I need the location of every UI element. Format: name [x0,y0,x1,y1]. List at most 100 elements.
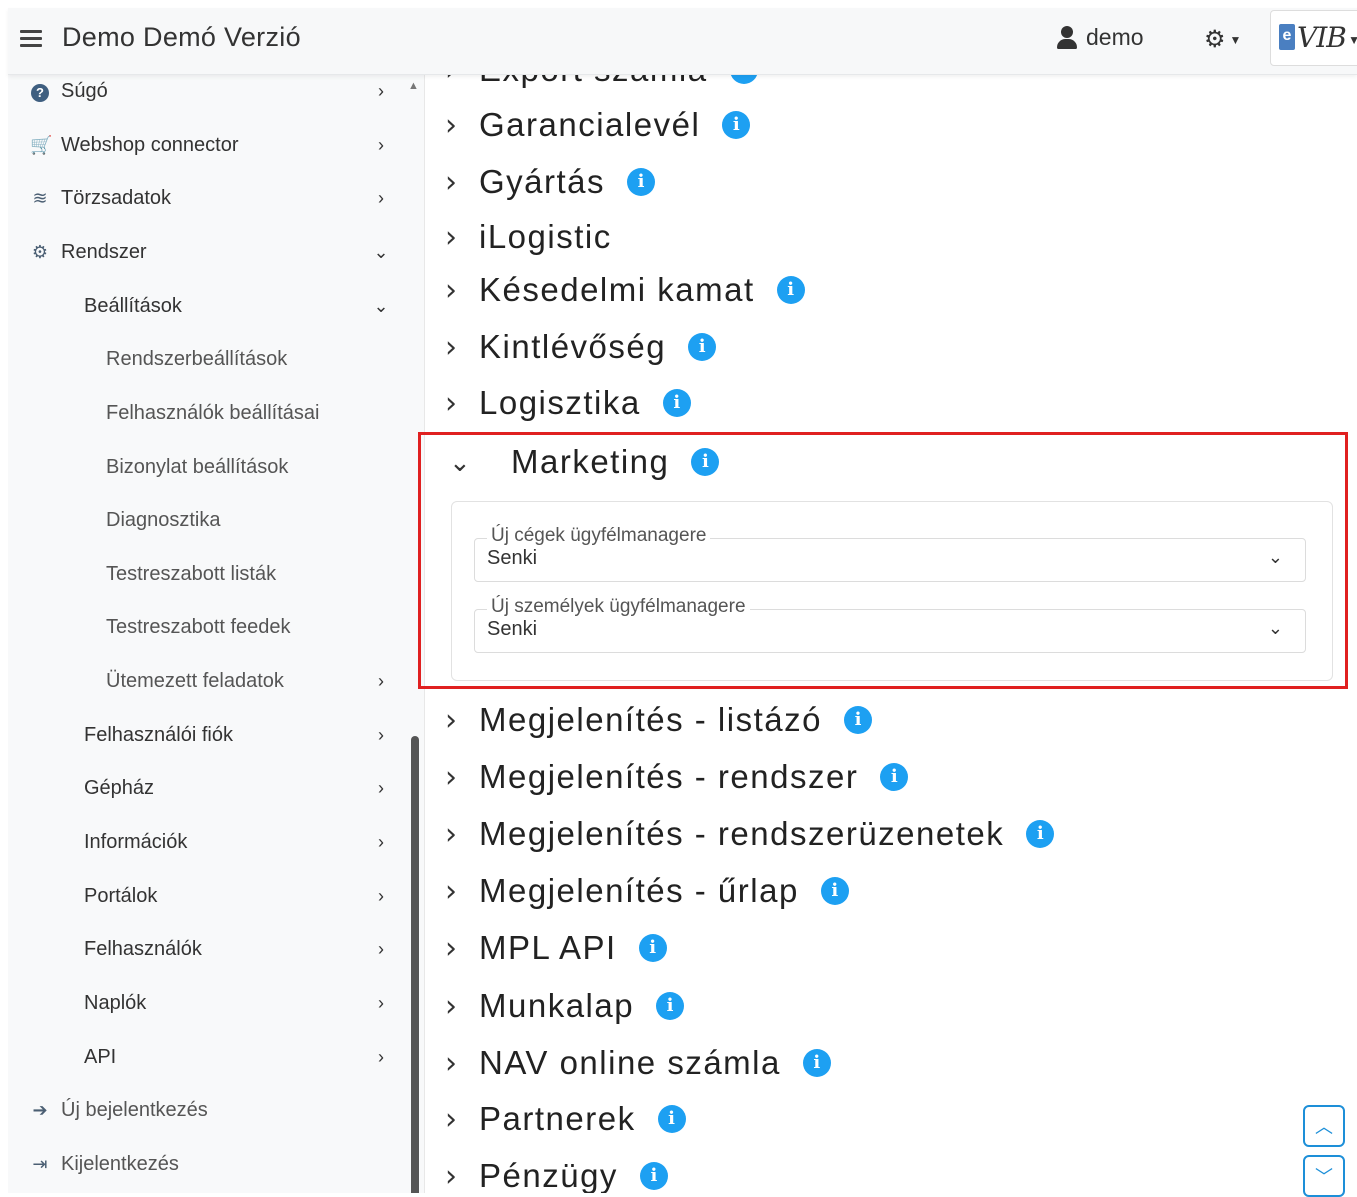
sidebar-item-sugo[interactable]: ? Súgó › [8,74,398,111]
scroll-up-arrow-icon[interactable]: ▲ [408,80,419,92]
chevron-right-icon: › [445,759,457,795]
chevron-right-icon: › [378,670,384,691]
section-megjelenites-listazo[interactable]: › Megjelenítés - listázó i [445,694,872,746]
new-company-manager-select[interactable]: Új cégek ügyfélmanagere Senki ⌄ [474,525,1306,582]
sign-in-icon: ➔ [32,1099,48,1120]
marketing-panel: Új cégek ügyfélmanagere Senki ⌄ Új szemé… [451,501,1333,681]
caret-down-icon: ▼ [1348,33,1357,47]
sidebar-item-informaciok[interactable]: Információk › [8,822,398,862]
menu-toggle-icon[interactable] [20,30,42,48]
top-navbar: Demo Demó Verzió demo ⚙ ▼ e VIB ▼ [8,8,1357,75]
section-partnerek[interactable]: › Partnerek i [445,1093,686,1145]
sidebar-item-gephaz[interactable]: Gépház › [8,768,398,808]
info-icon[interactable]: i [776,276,805,304]
info-icon[interactable]: i [722,111,751,139]
sidebar-item-kijelentkezes[interactable]: ⇥ Kijelentkezés [8,1144,398,1184]
sidebar-item-rendszer[interactable]: ⚙ Rendszer ⌄ [8,232,398,272]
evib-logo: e VIB [1279,19,1347,55]
section-gyartas[interactable]: › Gyártás i [445,156,656,208]
chevron-right-icon: › [378,1046,384,1067]
sidebar-item-testreszabott-feedek[interactable]: Testreszabott feedek [8,607,398,647]
sidebar-item-beallitasok[interactable]: Beállítások ⌄ [8,286,398,326]
user-menu[interactable]: demo [1056,24,1144,51]
shopping-cart-icon: 🛒 [30,134,53,155]
chevron-right-icon: › [445,1045,457,1081]
section-munkalap[interactable]: › Munkalap i [445,980,685,1032]
info-icon[interactable]: i [688,333,717,361]
sidebar-item-utemezett-feladatok[interactable]: Ütemezett feladatok › [8,661,398,701]
section-kintlevoseg[interactable]: › Kintlévőség i [445,321,717,373]
chevron-down-icon: ﹀ [1315,1167,1333,1187]
chevron-right-icon: › [378,187,384,208]
section-megjelenites-rendszeruzenetek[interactable]: › Megjelenítés - rendszerüzenetek i [445,808,1055,860]
scroll-bottom-button[interactable]: ﹀ [1303,1155,1345,1197]
section-marketing[interactable]: ⌄ Marketing i [449,443,720,481]
section-ilogistic[interactable]: › iLogistic [445,211,612,263]
chevron-down-icon: ⌄ [449,446,471,477]
info-icon[interactable]: i [662,389,691,417]
chevron-right-icon: › [445,930,457,966]
sidebar-item-felhasznalok[interactable]: Felhasználók › [8,929,398,969]
chevron-down-icon: ⌄ [373,295,389,316]
info-icon[interactable]: i [729,74,758,84]
info-icon[interactable]: i [657,1105,686,1133]
chevron-right-icon: › [445,107,457,143]
scrollbar-thumb[interactable] [411,736,419,1193]
section-export-szamla[interactable]: › Export számla i [445,74,758,96]
chevron-right-icon: › [445,816,457,852]
sidebar-item-rendszerbeallitasok[interactable]: Rendszerbeállítások [8,339,398,379]
section-kesedelmi-kamat[interactable]: › Késedelmi kamat i [445,264,805,316]
app-title: Demo Demó Verzió [62,22,301,52]
settings-menu[interactable]: ⚙ ▼ [1204,28,1241,52]
new-person-manager-select[interactable]: Új személyek ügyfélmanagere Senki ⌄ [474,596,1306,653]
sidebar-item-webshop-connector[interactable]: 🛒 Webshop connector › [8,125,398,165]
chevron-right-icon: › [445,1158,457,1194]
chevron-right-icon: › [445,385,457,421]
scroll-top-button[interactable]: ︿ [1303,1105,1345,1147]
sidebar-item-uj-bejelentkezes[interactable]: ➔ Új bejelentkezés [8,1090,398,1130]
chevron-right-icon: › [378,992,384,1013]
chevron-right-icon: › [445,702,457,738]
chevron-right-icon: › [378,938,384,959]
chevron-right-icon: › [378,80,384,101]
chevron-down-icon: ⌄ [373,241,389,262]
sidebar-item-felhasznaloi-fiok[interactable]: Felhasználói fiók › [8,715,398,755]
sidebar-item-bizonylat-beallitasok[interactable]: Bizonylat beállítások [8,447,398,487]
info-icon[interactable]: i [802,1049,831,1077]
section-nav-online-szamla[interactable]: › NAV online számla i [445,1037,831,1089]
section-logisztika[interactable]: › Logisztika i [445,377,691,429]
chevron-right-icon: › [445,1101,457,1137]
chevron-right-icon: › [445,873,457,909]
section-mpl-api[interactable]: › MPL API i [445,922,667,974]
sidebar-item-api[interactable]: API › [8,1037,398,1077]
info-icon[interactable]: i [638,934,667,962]
cogs-icon: ⚙ [31,241,49,262]
sidebar-item-torzsadatok[interactable]: ≋ Törzsadatok › [8,178,398,218]
info-icon[interactable]: i [1026,820,1055,848]
chevron-right-icon: › [445,988,457,1024]
sidebar-item-diagnosztika[interactable]: Diagnosztika [8,500,398,540]
section-garancialevel[interactable]: › Garancialevél i [445,99,751,151]
sidebar-item-felhasznalok-beallitasai[interactable]: Felhasználók beállításai [8,393,398,433]
info-icon[interactable]: i [691,448,720,476]
info-icon[interactable]: i [627,168,656,196]
chevron-right-icon: › [445,219,457,255]
sidebar-item-naplok[interactable]: Naplók › [8,983,398,1023]
app-logo-menu[interactable]: e VIB ▼ [1270,10,1357,66]
section-megjelenites-urlap[interactable]: › Megjelenítés - űrlap i [445,865,849,917]
info-icon[interactable]: i [843,706,872,734]
section-penzugy[interactable]: › Pénzügy i [445,1150,668,1193]
section-megjelenites-rendszer[interactable]: › Megjelenítés - rendszer i [445,751,909,803]
chevron-right-icon: › [378,885,384,906]
database-icon: ≋ [32,187,48,208]
info-icon[interactable]: i [639,1162,668,1190]
info-icon[interactable]: i [656,992,685,1020]
info-icon[interactable]: i [880,763,909,791]
info-icon[interactable]: i [820,877,849,905]
sidebar-item-testreszabott-listak[interactable]: Testreszabott listák [8,554,398,594]
caret-down-icon: ▼ [1229,33,1242,47]
sidebar-item-portalok[interactable]: Portálok › [8,876,398,916]
gear-icon: ⚙ [1204,26,1226,53]
chevron-right-icon: › [378,134,384,155]
chevron-right-icon: › [378,831,384,852]
